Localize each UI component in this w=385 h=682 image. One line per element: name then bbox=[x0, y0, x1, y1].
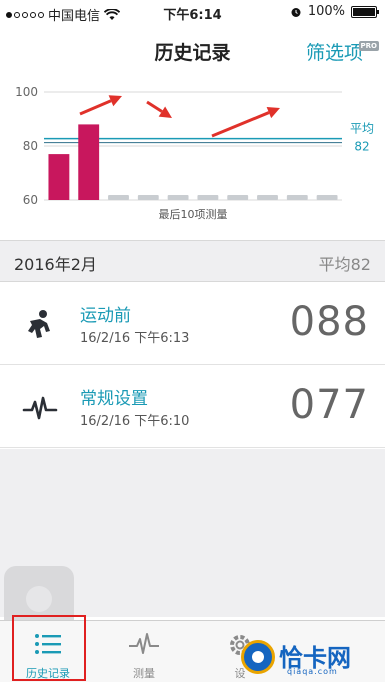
pro-badge: PRO bbox=[358, 41, 379, 51]
placeholder-bar bbox=[137, 195, 159, 200]
record-datetime: 16/2/16 下午6:13 bbox=[80, 331, 190, 346]
data-bar bbox=[78, 124, 100, 200]
record-name: 常规设置 bbox=[80, 389, 148, 409]
chart-svg: 100 80 60 平均 82 最后10项测量 bbox=[15, 85, 374, 221]
watermark: 恰卡网 qiaqa.com bbox=[241, 636, 381, 678]
annotation-highlight-box bbox=[12, 615, 86, 681]
average-value-label: 82 bbox=[354, 140, 369, 154]
record-name: 运动前 bbox=[80, 306, 131, 326]
measurement-chart: 100 80 60 平均 82 最后10项测量 bbox=[0, 78, 385, 228]
annotation-arrow-shaft bbox=[146, 100, 163, 113]
average-label: 平均 bbox=[350, 122, 374, 136]
annotation-arrow-shaft bbox=[211, 111, 270, 138]
y-tick-label: 60 bbox=[23, 193, 38, 207]
tab-measure[interactable]: 测量 bbox=[96, 621, 192, 682]
placeholder-bar bbox=[286, 195, 308, 200]
y-tick-label: 100 bbox=[15, 85, 38, 99]
month-average: 平均82 bbox=[318, 255, 371, 274]
y-tick-label: 80 bbox=[23, 139, 38, 153]
filter-button[interactable]: 筛选项 bbox=[306, 38, 363, 65]
watermark-logo-icon bbox=[241, 640, 275, 674]
record-datetime: 16/2/16 下午6:10 bbox=[80, 414, 190, 429]
runner-icon bbox=[28, 310, 50, 338]
placeholder-bar bbox=[197, 195, 219, 200]
month-label: 2016年2月 bbox=[14, 255, 97, 274]
chart-caption: 最后10项测量 bbox=[159, 208, 228, 221]
record-value: 088 bbox=[289, 299, 369, 345]
nav-header: 历史记录 筛选项 PRO bbox=[0, 26, 385, 76]
placeholder-bar bbox=[167, 195, 189, 200]
status-right: 100% bbox=[290, 4, 379, 19]
battery-percent: 100% bbox=[307, 4, 345, 19]
status-bar: 中国电信 下午6:14 100% bbox=[0, 0, 385, 26]
record-row[interactable]: 常规设置 16/2/16 下午6:10 077 bbox=[0, 366, 385, 448]
record-value: 077 bbox=[289, 382, 369, 428]
annotation-arrow-shaft bbox=[79, 99, 112, 116]
pulse-icon bbox=[129, 633, 159, 654]
alarm-clock-icon bbox=[291, 7, 301, 17]
watermark-subtext: qiaqa.com bbox=[287, 667, 338, 676]
placeholder-bar bbox=[108, 195, 129, 200]
placeholder-bar bbox=[227, 195, 249, 200]
month-section-header: 2016年2月 平均82 bbox=[0, 240, 385, 282]
heartbeat-icon bbox=[22, 396, 58, 420]
placeholder-bar bbox=[316, 195, 338, 200]
placeholder-bar bbox=[257, 195, 278, 200]
tab-measure-label: 测量 bbox=[133, 667, 155, 680]
data-bar bbox=[48, 154, 70, 200]
battery-icon bbox=[351, 5, 379, 18]
record-row[interactable]: 运动前 16/2/16 下午6:13 088 bbox=[0, 283, 385, 365]
